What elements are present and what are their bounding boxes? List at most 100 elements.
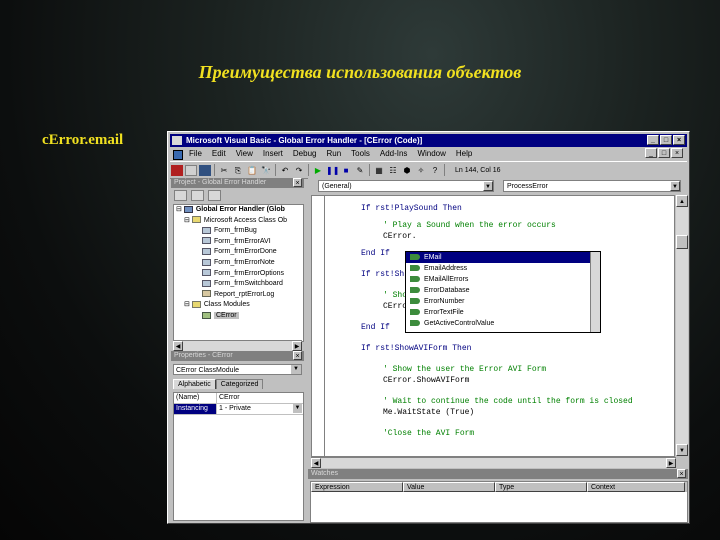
autocomplete-item[interactable]: ErrorDatabase <box>406 285 600 296</box>
cut-icon[interactable]: ✂ <box>218 165 230 176</box>
inner-restore-button[interactable]: □ <box>658 148 670 158</box>
properties-close-icon[interactable]: × <box>293 351 302 360</box>
menu-edit[interactable]: Edit <box>207 148 231 160</box>
autocomplete-item[interactable]: EmailAddress <box>406 263 600 274</box>
view-code-icon[interactable] <box>174 189 187 201</box>
chevron-down-icon[interactable]: ▼ <box>293 404 302 413</box>
property-row[interactable]: Instancing 1 - Private ▼ <box>174 404 303 415</box>
insert-module-icon[interactable] <box>185 164 197 176</box>
autocomplete-scrollbar[interactable] <box>590 252 600 332</box>
tree-item-label: Form_frmBug <box>214 227 257 235</box>
watches-title[interactable]: Watches × <box>308 469 688 479</box>
object-browser-icon[interactable]: ⬢ <box>401 165 413 176</box>
toolbox-icon[interactable]: ✧ <box>415 165 427 176</box>
code-margin[interactable] <box>312 196 325 456</box>
menu-debug[interactable]: Debug <box>288 148 322 160</box>
design-mode-icon[interactable]: ✎ <box>354 165 366 176</box>
find-icon[interactable]: 🔭 <box>260 165 272 176</box>
properties-object-select[interactable]: CError ClassModule ▼ <box>173 364 302 375</box>
tree-item-form[interactable]: Form_frmErrorOptions <box>174 269 303 280</box>
redo-icon[interactable]: ↷ <box>293 165 305 176</box>
column-type[interactable]: Type <box>495 482 587 492</box>
maximize-button[interactable]: □ <box>660 135 672 145</box>
menu-view[interactable]: View <box>231 148 258 160</box>
break-icon[interactable]: ❚❚ <box>326 165 339 176</box>
copy-icon[interactable]: ⎘ <box>232 165 244 176</box>
autocomplete-item[interactable]: ErrorTextFile <box>406 307 600 318</box>
chevron-down-icon[interactable]: ▼ <box>483 181 493 191</box>
project-explorer-icon[interactable]: ▦ <box>373 165 385 176</box>
chevron-down-icon[interactable]: ▼ <box>291 365 301 374</box>
chevron-down-icon[interactable]: ▼ <box>670 181 680 191</box>
scroll-thumb[interactable] <box>676 235 688 249</box>
help-icon[interactable]: ? <box>429 165 441 176</box>
scroll-left-icon[interactable]: ◀ <box>173 341 183 351</box>
inner-minimize-button[interactable]: _ <box>645 148 657 158</box>
menu-insert[interactable]: Insert <box>258 148 288 160</box>
object-combo[interactable]: (General) ▼ <box>318 180 494 192</box>
menu-file[interactable]: File <box>184 148 207 160</box>
tree-item-root[interactable]: ⊟ Global Error Handler (Glob <box>174 205 303 216</box>
menu-tools[interactable]: Tools <box>346 148 375 160</box>
autocomplete-item[interactable]: ErrorNumber <box>406 296 600 307</box>
tree-item-access-objects[interactable]: ⊟ Microsoft Access Class Ob <box>174 216 303 227</box>
scroll-down-icon[interactable]: ▼ <box>676 444 688 456</box>
autocomplete-list[interactable]: EMail EmailAddress EMailAllErrors ErrorData… <box>405 251 601 333</box>
scroll-right-icon[interactable]: ▶ <box>292 341 302 351</box>
property-value-cell[interactable]: 1 - Private ▼ <box>217 404 303 414</box>
window-titlebar[interactable]: Microsoft Visual Basic - Global Error Ha… <box>170 134 687 147</box>
properties-title[interactable]: Properties - CError × <box>171 351 304 361</box>
autocomplete-item[interactable]: EMail <box>406 252 600 263</box>
menu-window[interactable]: Window <box>412 148 450 160</box>
save-icon[interactable] <box>199 164 211 176</box>
property-row[interactable]: (Name) CError <box>174 393 303 404</box>
autocomplete-item[interactable]: EMailAllErrors <box>406 274 600 285</box>
menu-addins[interactable]: Add-Ins <box>375 148 413 160</box>
tree-item-form[interactable]: Form_frmErrorAVI <box>174 237 303 248</box>
scroll-left-icon[interactable]: ◀ <box>311 458 321 468</box>
menu-help[interactable]: Help <box>451 148 477 160</box>
tree-item-cerror[interactable]: CError <box>174 311 303 322</box>
tree-item-label: CError <box>214 311 239 319</box>
watches-close-icon[interactable]: × <box>677 469 686 478</box>
column-expression[interactable]: Expression <box>311 482 403 492</box>
procedure-combo[interactable]: ProcessError ▼ <box>503 180 681 192</box>
tree-item-form[interactable]: Form_frmErrorDone <box>174 247 303 258</box>
close-button[interactable]: × <box>673 135 685 145</box>
autocomplete-item[interactable]: GetActiveControlValue <box>406 318 600 329</box>
column-context[interactable]: Context <box>587 482 685 492</box>
tree-item-form[interactable]: Form_frmErrorNote <box>174 258 303 269</box>
tab-categorized[interactable]: Categorized <box>215 379 264 389</box>
tree-item-label: Form_frmErrorDone <box>214 248 277 256</box>
tree-group2-label: Class Modules <box>203 301 250 309</box>
tree-item-report[interactable]: Report_rptErrorLog <box>174 290 303 301</box>
toggle-folders-icon[interactable] <box>208 189 221 201</box>
minimize-button[interactable]: _ <box>647 135 659 145</box>
properties-window-icon[interactable]: ☷ <box>387 165 399 176</box>
tab-alphabetic[interactable]: Alphabetic <box>173 379 216 389</box>
column-value[interactable]: Value <box>403 482 495 492</box>
tree-item-form[interactable]: Form_frmBug <box>174 226 303 237</box>
code-hscroll[interactable]: ◀ ▶ <box>311 457 676 468</box>
access-view-icon[interactable] <box>171 164 183 176</box>
document-system-icon[interactable] <box>170 148 184 160</box>
tree-item-class-modules[interactable]: ⊟ Class Modules <box>174 300 303 311</box>
code-line: End If <box>361 323 390 332</box>
undo-icon[interactable]: ↶ <box>279 165 291 176</box>
view-object-icon[interactable] <box>191 189 204 201</box>
reset-icon[interactable]: ■ <box>340 165 352 176</box>
code-vscroll[interactable]: ▲ ▼ <box>676 195 688 456</box>
project-explorer-title[interactable]: Project - Global Error Handler × <box>171 178 304 188</box>
form-icon <box>202 226 211 234</box>
scroll-up-icon[interactable]: ▲ <box>676 195 688 207</box>
inner-close-button[interactable]: × <box>671 148 683 158</box>
project-hscroll[interactable]: ◀ ▶ <box>173 340 302 351</box>
scroll-right-icon[interactable]: ▶ <box>666 458 676 468</box>
run-icon[interactable]: ▶ <box>312 165 324 176</box>
tree-item-form[interactable]: Form_frmSwitchboard <box>174 279 303 290</box>
tree-item-label: Report_rptErrorLog <box>214 290 275 298</box>
menu-run[interactable]: Run <box>321 148 346 160</box>
property-value[interactable]: CError <box>217 393 303 403</box>
paste-icon[interactable]: 📋 <box>246 165 258 176</box>
project-close-icon[interactable]: × <box>293 178 302 187</box>
